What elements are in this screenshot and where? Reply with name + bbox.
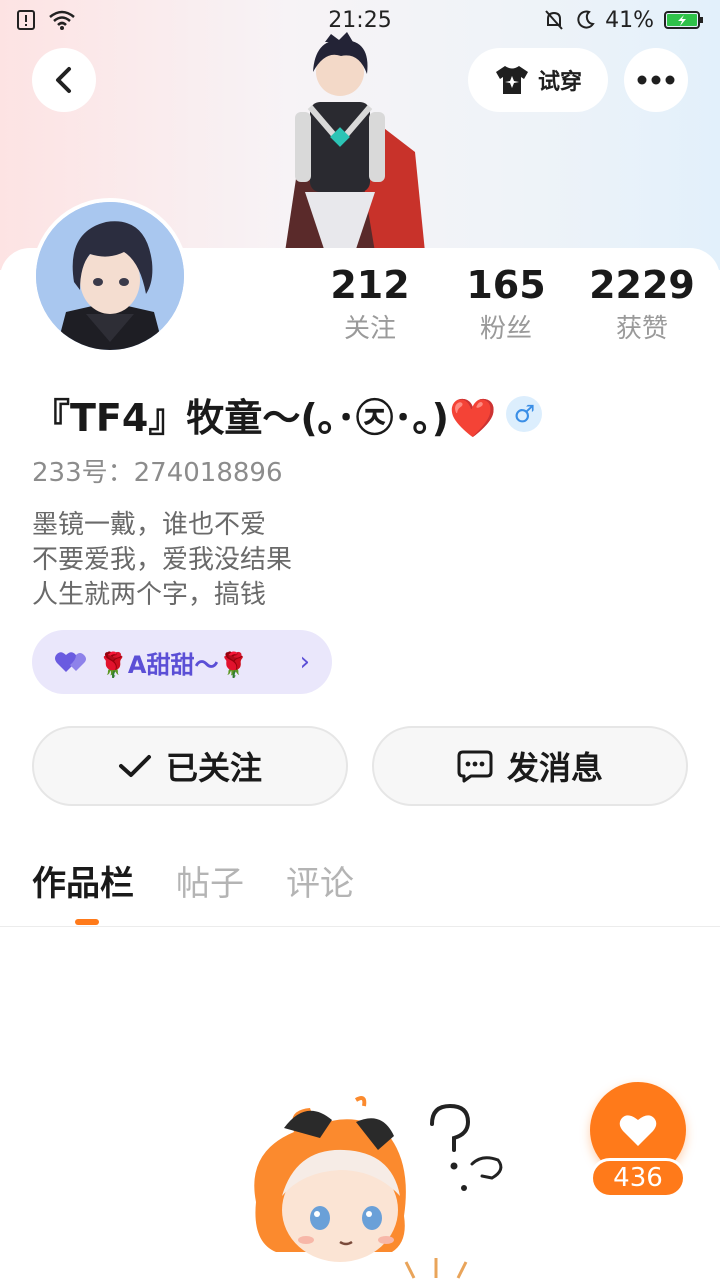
try-on-label: 试穿: [537, 70, 582, 95]
bio-line: 不要爱我，爱我没结果: [32, 545, 293, 575]
back-button[interactable]: [32, 48, 96, 112]
character-avatar-figure: [285, 32, 425, 252]
profile-bio: 墨镜一戴，谁也不爱 不要爱我，爱我没结果 人生就两个字，搞钱: [32, 508, 292, 613]
status-bar: 41% 21:25: [0, 0, 720, 40]
avatar-image: [36, 202, 184, 350]
followed-button[interactable]: 已关注: [32, 726, 348, 806]
user-id: 233号：274018896: [32, 458, 283, 488]
profile-name-row: 『TF4』牧童～(｡･㉨･｡)❤️ ♂: [32, 386, 543, 442]
profile-stats: 212 关注 165 粉丝 2229 获赞: [300, 262, 720, 362]
send-message-label: 发消息: [506, 749, 603, 787]
battery-percent: 41%: [605, 7, 654, 33]
like-count: 436: [590, 1158, 686, 1198]
silent-bell-icon: [545, 10, 563, 30]
chat-bubble-icon: [457, 750, 493, 783]
active-tab-indicator: [75, 919, 99, 925]
relationship-tag-label: 🌹A甜甜～🌹: [98, 650, 249, 679]
profile-name: 『TF4』牧童～(｡･㉨･｡)❤️: [32, 395, 497, 440]
tab-comments[interactable]: 评论: [286, 856, 354, 916]
moon-icon: [577, 10, 595, 29]
more-options-button[interactable]: [624, 48, 688, 112]
wifi-icon: [49, 10, 75, 30]
stat-followers-value: 165: [466, 263, 546, 307]
chevron-right-icon: ›: [299, 647, 310, 677]
stat-following-label: 关注: [343, 314, 396, 344]
stat-likes-label: 获赞: [615, 314, 668, 344]
empty-state-mascot: [254, 1096, 503, 1279]
more-dots-icon: [637, 75, 675, 85]
tabs-divider: [0, 926, 720, 927]
gender-male-icon: ♂: [506, 396, 543, 432]
stat-following-value: 212: [330, 263, 410, 307]
notification-alert-icon: [17, 10, 35, 30]
followed-label: 已关注: [165, 749, 262, 787]
stat-likes-value: 2229: [589, 263, 695, 307]
stat-followers-label: 粉丝: [479, 314, 532, 344]
heart-icon: [619, 1115, 657, 1146]
stat-following[interactable]: 212 关注: [300, 262, 440, 350]
tab-works[interactable]: 作品栏: [32, 856, 134, 916]
bio-line: 人生就两个字，搞钱: [32, 580, 267, 610]
tshirt-sparkle-icon: [495, 66, 528, 94]
avatar[interactable]: [32, 198, 188, 354]
send-message-button[interactable]: 发消息: [372, 726, 688, 806]
chevron-left-icon: [56, 67, 71, 93]
bio-line: 墨镜一戴，谁也不爱: [32, 510, 267, 540]
stat-followers[interactable]: 165 粉丝: [436, 262, 576, 350]
double-heart-icon: [55, 652, 86, 672]
battery-charging-icon: [664, 11, 703, 29]
content-tabs: 作品栏 帖子 评论: [32, 856, 354, 916]
relationship-tag[interactable]: 🌹A甜甜～🌹 ›: [32, 630, 332, 694]
tab-posts[interactable]: 帖子: [176, 856, 244, 916]
try-on-button[interactable]: 试穿: [468, 48, 608, 112]
stat-likes[interactable]: 2229 获赞: [572, 262, 712, 350]
checkmark-icon: [118, 755, 151, 777]
